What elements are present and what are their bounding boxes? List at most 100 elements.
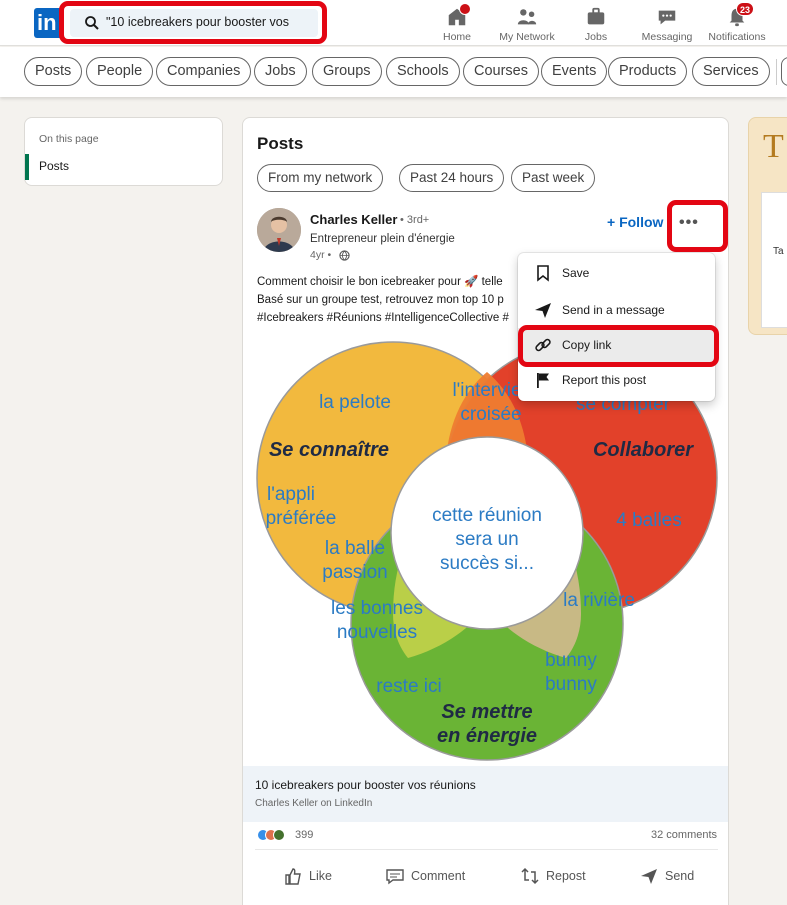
- filter-people[interactable]: People: [86, 57, 154, 86]
- venn-label-bonnes-1: les bonnes: [331, 598, 423, 619]
- nav-notifications-label: Notifications: [708, 31, 766, 43]
- subfilter-from-my-network[interactable]: From my network: [257, 164, 384, 192]
- reaction-icons[interactable]: [257, 828, 293, 842]
- filter-courses[interactable]: Courses: [463, 57, 539, 86]
- post-text-line-1: Comment choisir le bon icebreaker pour 🚀…: [257, 276, 503, 288]
- filter-events[interactable]: Events: [541, 57, 608, 86]
- article-source: Charles Keller on LinkedIn: [255, 798, 373, 809]
- on-this-page-posts-link[interactable]: Posts: [39, 159, 69, 173]
- link-icon: [535, 338, 551, 352]
- nav-home[interactable]: Home: [419, 3, 495, 43]
- linkedin-logo[interactable]: in: [34, 8, 64, 38]
- filter-products[interactable]: Products: [608, 57, 688, 86]
- menu-item-send-in-message[interactable]: Send in a message: [518, 293, 715, 327]
- venn-center-line-2: sera un: [455, 529, 518, 550]
- menu-item-save[interactable]: Save: [518, 256, 715, 290]
- menu-send-label: Send in a message: [562, 303, 665, 317]
- venn-center-line-3: succès si...: [440, 553, 534, 574]
- follow-label: Follow: [619, 214, 664, 230]
- send-button[interactable]: Send: [639, 864, 694, 888]
- messaging-icon: [658, 10, 676, 25]
- right-card-snippet: Ta: [773, 246, 784, 257]
- repost-button[interactable]: Repost: [520, 864, 586, 888]
- flag-icon: [537, 373, 549, 388]
- comment-button[interactable]: Comment: [385, 864, 465, 888]
- repost-icon: [521, 867, 539, 885]
- repost-label: Repost: [546, 869, 586, 883]
- like-label: Like: [309, 869, 332, 883]
- nav-network-label: My Network: [499, 31, 555, 43]
- search-icon: [85, 16, 99, 30]
- venn-label-reste: reste ici: [376, 676, 441, 697]
- filter-all-filters[interactable]: [781, 57, 787, 86]
- venn-label-bonnes-2: nouvelles: [337, 622, 417, 643]
- search-text[interactable]: "10 icebreakers pour booster vos: [106, 15, 312, 29]
- reaction-count[interactable]: 399: [295, 829, 313, 841]
- filter-groups[interactable]: Groups: [312, 57, 382, 86]
- comment-label: Comment: [411, 869, 466, 883]
- author-avatar[interactable]: [257, 208, 301, 252]
- subfilter-past-24-hours[interactable]: Past 24 hours: [399, 164, 505, 192]
- venn-label-balle-passion-1: la balle: [325, 538, 385, 559]
- nav-jobs-label: Jobs: [584, 31, 608, 43]
- menu-item-report[interactable]: Report this post: [518, 363, 715, 397]
- follow-button[interactable]: + Follow: [607, 214, 663, 230]
- search-input[interactable]: "10 icebreakers pour booster vos: [70, 9, 318, 37]
- avatar-photo: [257, 208, 301, 252]
- nav-messaging[interactable]: Messaging: [629, 6, 705, 43]
- send-label: Send: [665, 869, 695, 883]
- venn-center-line-1: cette réunion: [432, 505, 542, 526]
- filter-companies[interactable]: Companies: [156, 57, 252, 86]
- on-this-page-heading: On this page: [39, 133, 99, 145]
- venn-title-energie-2: en énergie: [437, 725, 537, 747]
- home-dot: [459, 3, 471, 15]
- menu-report-label: Report this post: [562, 373, 647, 387]
- post-text-line-2: Basé sur un groupe test, retrouvez mon t…: [257, 294, 504, 306]
- nav-messaging-label: Messaging: [641, 31, 693, 43]
- author-name[interactable]: Charles Keller: [310, 212, 397, 227]
- venn-label-bunny-2: bunny: [545, 674, 597, 695]
- briefcase-icon: [587, 7, 605, 25]
- nav-my-network[interactable]: My Network: [489, 6, 565, 43]
- menu-copy-link-label: Copy link: [562, 338, 612, 352]
- like-button[interactable]: Like: [283, 864, 332, 888]
- bookmark-icon: [537, 265, 549, 282]
- more-options-button[interactable]: •••: [679, 214, 699, 232]
- venn-label-interview-2: croisée: [460, 404, 521, 425]
- celebrate-reaction-icon: [273, 829, 285, 841]
- venn-label-interview-1: l'intervie: [452, 380, 521, 401]
- notifications-badge: 23: [736, 2, 755, 16]
- filter-services[interactable]: Services: [692, 57, 770, 86]
- post-age: 4yr •: [310, 249, 332, 261]
- plus-icon: +: [607, 214, 620, 230]
- network-icon: [517, 9, 537, 25]
- article-link-preview[interactable]: 10 icebreakers pour booster vos réunions…: [243, 766, 728, 822]
- venn-label-balles: 4 balles: [616, 510, 682, 531]
- nav-home-label: Home: [442, 31, 471, 43]
- top-nav: in "10 icebreakers pour booster vos Home…: [0, 0, 787, 46]
- connection-degree: • 3rd+: [400, 214, 430, 226]
- venn-label-appli-2: préférée: [266, 508, 337, 529]
- thumbs-up-icon: [285, 868, 301, 885]
- post-options-menu: Save Send in a message Copy link Report …: [518, 253, 715, 401]
- menu-item-copy-link[interactable]: Copy link: [518, 328, 715, 362]
- author-tagline: Entrepreneur plein d'énergie: [310, 233, 455, 245]
- filter-divider: [776, 59, 777, 85]
- comment-count[interactable]: 32 comments: [651, 829, 717, 841]
- filter-jobs[interactable]: Jobs: [254, 57, 307, 86]
- subfilter-past-week[interactable]: Past week: [511, 164, 596, 192]
- venn-label-appli-1: l'appli: [267, 484, 315, 505]
- globe-icon: [339, 250, 350, 261]
- nav-notifications[interactable]: 23 Notifications: [699, 2, 775, 43]
- posts-results-card: Posts From my network Past 24 hours Past…: [242, 117, 729, 905]
- nav-jobs[interactable]: Jobs: [558, 6, 634, 43]
- filter-posts[interactable]: Posts: [24, 57, 83, 86]
- post-text-line-3: #Icebreakers #Réunions #IntelligenceColl…: [257, 312, 509, 324]
- page-title: Posts: [257, 134, 304, 153]
- venn-label-bunny-1: bunny: [545, 650, 597, 671]
- venn-label-pelote: la pelote: [319, 392, 391, 413]
- send-icon: [535, 303, 551, 318]
- venn-label-balle-passion-2: passion: [322, 562, 388, 583]
- post-text[interactable]: Comment choisir le bon icebreaker pour 🚀…: [257, 273, 527, 327]
- filter-schools[interactable]: Schools: [386, 57, 460, 86]
